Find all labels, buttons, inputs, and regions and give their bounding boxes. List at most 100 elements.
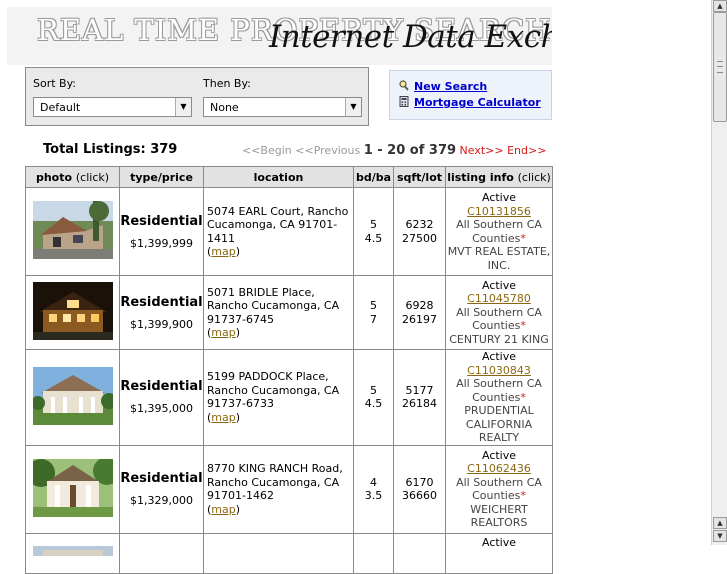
header-photo: photo (click) xyxy=(25,166,120,188)
sqft-lot-cell: 6232 27500 xyxy=(393,187,446,276)
photo-cell[interactable] xyxy=(25,275,120,350)
calculator-icon xyxy=(399,96,409,110)
listing-photo[interactable] xyxy=(32,282,113,340)
sqft-lot-cell: 5177 26184 xyxy=(393,349,446,446)
beds: 5 xyxy=(370,383,377,397)
table-row: Residential $1,399,999 5074 EARL Court, … xyxy=(25,187,553,276)
sort-by-select[interactable]: Default ▼ xyxy=(33,97,192,117)
bd-ba-cell: 5 4.5 xyxy=(353,187,394,276)
listing-photo[interactable] xyxy=(32,545,113,556)
banner-title: Internet Data Exchange xyxy=(269,19,552,55)
broker: PRUDENTIAL CALIFORNIA REALTY xyxy=(464,404,534,444)
address: 5199 PADDOCK Place, Rancho Cucamonga, CA… xyxy=(207,370,340,411)
price: $1,329,000 xyxy=(130,494,193,507)
area: All Southern CA Counties xyxy=(456,305,542,333)
location-cell: 5071 BRIDLE Place, Rancho Cucamonga, CA … xyxy=(203,275,354,350)
status: Active xyxy=(481,191,517,204)
lot: 26184 xyxy=(402,397,437,411)
photo-cell[interactable] xyxy=(25,444,120,534)
location-cell xyxy=(203,532,354,574)
bd-ba-cell: 4 3.5 xyxy=(353,444,394,534)
beds: 5 xyxy=(370,299,377,312)
lot: 36660 xyxy=(402,489,437,502)
header-listing-info: listing info (click) xyxy=(445,166,553,188)
chevron-down-icon[interactable]: ▼ xyxy=(175,98,191,116)
area: All Southern CA Counties xyxy=(456,377,542,404)
property-type: Residential xyxy=(120,213,203,229)
area: All Southern CA Counties xyxy=(456,218,542,245)
map-link[interactable]: map xyxy=(211,503,235,516)
total-listings-count: 379 xyxy=(150,142,178,157)
listing-info-cell: Active C11045780 All Southern CA Countie… xyxy=(445,275,553,350)
bd-ba-cell: 5 4.5 xyxy=(353,349,394,446)
sqft: 6232 xyxy=(405,218,434,231)
listing-info-cell: Active C11062436 All Southern CA Countie… xyxy=(445,444,553,534)
listings-table: photo (click) type/price location bd/ba … xyxy=(25,166,553,574)
type-price-cell: Residential $1,329,000 xyxy=(119,444,204,534)
magnifier-icon xyxy=(399,80,409,94)
header-bd-ba: bd/ba xyxy=(353,166,394,188)
broker: MVT REAL ESTATE, INC. xyxy=(447,245,551,272)
sqft: 5177 xyxy=(405,383,434,397)
sqft-lot-cell: 6170 36660 xyxy=(393,444,446,534)
bd-ba-cell: 5 7 xyxy=(353,275,394,350)
lot: 26197 xyxy=(402,312,437,326)
then-by-label: Then By: xyxy=(203,77,251,90)
baths: 3.5 xyxy=(364,489,383,502)
type-price-cell xyxy=(119,532,204,574)
sqft: 6928 xyxy=(405,299,434,312)
table-row: Active xyxy=(25,532,553,574)
pager-previous: <<Previous xyxy=(295,144,361,157)
scrollbar-thumb[interactable] xyxy=(713,12,727,122)
listing-photo[interactable] xyxy=(32,458,113,517)
pager-end[interactable]: End>> xyxy=(507,144,546,157)
sort-by-value: Default xyxy=(40,101,81,114)
mortgage-calculator-link[interactable]: Mortgage Calculator xyxy=(414,96,541,109)
status: Active xyxy=(481,278,517,292)
table-header-row: photo (click) type/price location bd/ba … xyxy=(25,166,553,188)
mls-link[interactable]: C10131856 xyxy=(446,205,552,219)
sqft-lot-cell: 6928 26197 xyxy=(393,275,446,350)
price: $1,399,999 xyxy=(130,236,193,250)
vertical-scrollbar[interactable]: ▲ ▲ ▼ xyxy=(711,0,727,545)
address: 5074 EARL Court, Rancho Cucamonga, CA 91… xyxy=(207,204,349,245)
new-search-link[interactable]: New Search xyxy=(414,80,487,93)
beds: 4 xyxy=(370,475,377,489)
area: All Southern CA Counties xyxy=(456,475,542,503)
total-listings: Total Listings: 379 xyxy=(43,142,177,157)
photo-cell[interactable] xyxy=(25,532,120,574)
address: 8770 KING RANCH Road, Rancho Cucamonga, … xyxy=(207,462,343,502)
property-type: Residential xyxy=(120,379,203,395)
type-price-cell: Residential $1,395,000 xyxy=(119,349,204,446)
mls-link[interactable]: C11062436 xyxy=(446,462,552,476)
map-link[interactable]: map xyxy=(211,411,235,424)
header-type-price: type/price xyxy=(119,166,204,188)
map-link[interactable]: map xyxy=(211,245,235,258)
pager-begin: <<Begin xyxy=(242,144,292,157)
mls-link[interactable]: C11045780 xyxy=(446,292,552,306)
total-listings-label: Total Listings: xyxy=(43,142,146,157)
scroll-up-button-bottom[interactable]: ▲ xyxy=(713,517,727,529)
pager-next[interactable]: Next>> xyxy=(460,144,504,157)
chevron-down-icon[interactable]: ▼ xyxy=(345,98,361,116)
broker: CENTURY 21 KING xyxy=(449,332,549,346)
location-cell: 5074 EARL Court, Rancho Cucamonga, CA 91… xyxy=(203,187,354,276)
scroll-down-button[interactable]: ▼ xyxy=(713,530,727,542)
pager-range: 1 - 20 of 379 xyxy=(363,143,457,158)
then-by-select[interactable]: None ▼ xyxy=(203,97,362,117)
listing-photo[interactable] xyxy=(32,366,113,425)
listing-photo[interactable] xyxy=(32,201,113,259)
table-row: Residential $1,399,900 5071 BRIDLE Place… xyxy=(25,275,553,350)
lot: 27500 xyxy=(402,231,437,245)
header-location: location xyxy=(203,166,354,188)
beds: 5 xyxy=(370,218,377,231)
mls-link[interactable]: C11030843 xyxy=(446,364,552,378)
price: $1,399,900 xyxy=(130,317,193,331)
pagination: <<Begin <<Previous 1 - 20 of 379 Next>> … xyxy=(242,143,546,158)
scroll-up-button[interactable]: ▲ xyxy=(713,0,727,12)
quick-links-panel: New Search Mortgage Calculator xyxy=(389,70,552,120)
photo-cell[interactable] xyxy=(25,187,120,276)
photo-cell[interactable] xyxy=(25,349,120,446)
status: Active xyxy=(481,535,517,549)
map-link[interactable]: map xyxy=(211,326,235,339)
